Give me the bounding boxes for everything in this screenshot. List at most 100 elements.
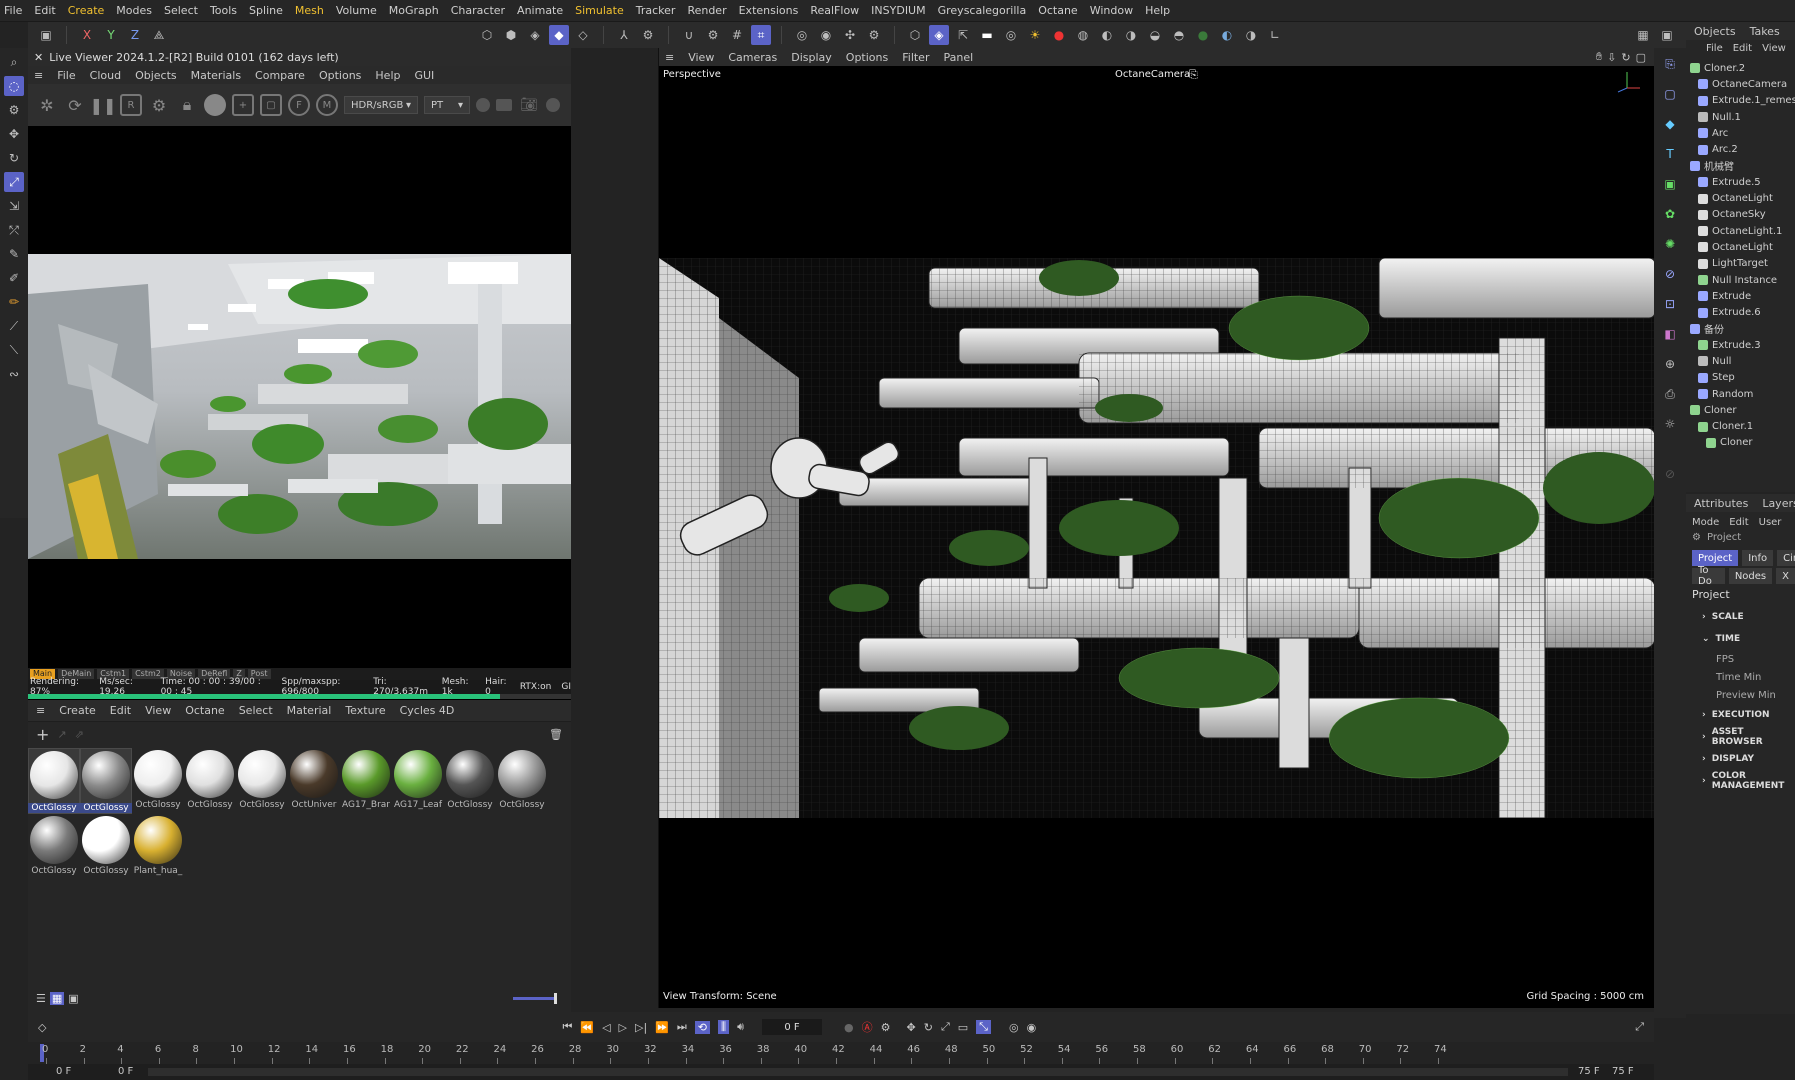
attr-section-asset-browser[interactable]: › ASSET BROWSER <box>1686 726 1795 748</box>
axis-z-toggle[interactable]: Z <box>125 25 145 45</box>
mat-menu-octane[interactable]: Octane <box>185 704 225 717</box>
attr-section-scale[interactable]: › SCALE <box>1686 606 1795 628</box>
object-tree-item[interactable]: OctaneLight <box>1686 190 1795 206</box>
mesh-sphere-icon[interactable]: ◐ <box>1097 25 1117 45</box>
hexagon-icon[interactable] <box>476 98 490 112</box>
trash-icon[interactable]: 🗑︎ <box>549 728 563 741</box>
large-view-icon[interactable]: ▣ <box>68 992 78 1005</box>
object-tree-item[interactable]: Extrude <box>1686 288 1795 304</box>
object-tree-item[interactable]: Extrude.6 <box>1686 304 1795 320</box>
menu-simulate[interactable]: Simulate <box>575 4 624 17</box>
objects-tab-objects[interactable]: Objects <box>1694 25 1736 38</box>
simulation-icon[interactable]: ✣ <box>840 25 860 45</box>
mat-menu-select[interactable]: Select <box>239 704 273 717</box>
lv-menu-options[interactable]: Options <box>319 69 361 82</box>
next-key-icon[interactable]: ⏩ <box>655 1021 669 1034</box>
viewport-menu-display[interactable]: Display <box>791 51 832 64</box>
snap-tool-icon[interactable]: ⤱ <box>4 220 24 240</box>
goto-end-icon[interactable]: ⏭ <box>677 1020 687 1034</box>
tag-icon[interactable]: ◧ <box>1660 324 1680 344</box>
attr-section-display[interactable]: › DISPLAY <box>1686 748 1795 770</box>
texture-mode-icon[interactable]: ◇ <box>573 25 593 45</box>
menu-spline[interactable]: Spline <box>249 4 283 17</box>
attributes-menu-edit[interactable]: Edit <box>1729 517 1748 528</box>
camera-object-icon[interactable]: ⎘ <box>1660 54 1680 74</box>
attr-tab-button-to-do[interactable]: To Do <box>1692 565 1725 587</box>
coordinate-system-icon[interactable]: ⟁ <box>149 25 169 45</box>
object-tree-item[interactable]: LightTarget <box>1686 256 1795 272</box>
viewport-menu-view[interactable]: View <box>688 51 714 64</box>
object-tree-item[interactable]: OctaneCamera <box>1686 76 1795 92</box>
menu-modes[interactable]: Modes <box>116 4 152 17</box>
cloner-icon[interactable]: ✿ <box>1660 204 1680 224</box>
rotate-tool-icon[interactable]: ↻ <box>4 148 24 168</box>
prev-key-icon[interactable]: ⏪ <box>580 1021 594 1034</box>
record-icon[interactable]: ● <box>844 1021 854 1034</box>
unlink-icon[interactable]: ⇗ <box>75 728 84 741</box>
attributes-tab-attributes[interactable]: Attributes <box>1694 497 1748 510</box>
object-tree-item[interactable]: Extrude.1_remesh <box>1686 93 1795 109</box>
menu-edit[interactable]: Edit <box>34 4 55 17</box>
object-tree-item[interactable]: Step <box>1686 370 1795 386</box>
perspective-viewport[interactable]: ≡ View Cameras Display Options Filter Panel ✋… <box>658 48 1655 1008</box>
key-position-icon[interactable]: ✥ <box>907 1021 916 1034</box>
attributes-menu-user[interactable]: User <box>1759 517 1782 528</box>
text-tool-icon[interactable]: T <box>1660 144 1680 164</box>
spline-sketch-icon[interactable]: ✐ <box>4 268 24 288</box>
object-tree-item[interactable]: Null.1 <box>1686 109 1795 125</box>
attr-param-row[interactable]: FPS <box>1686 650 1795 668</box>
pan-hand-icon[interactable]: ✋︎ <box>1596 50 1602 64</box>
model-mode-icon[interactable]: ◆ <box>549 25 569 45</box>
menu-help[interactable]: Help <box>1145 4 1170 17</box>
attr-section-color-management[interactable]: › COLOR MANAGEMENT <box>1686 770 1795 792</box>
knife-icon[interactable]: ⟍ <box>4 340 24 360</box>
hamburger-icon[interactable]: ≡ <box>665 51 674 64</box>
camera-record-icon[interactable]: ● <box>1049 25 1069 45</box>
grid-view-icon[interactable]: ▦ <box>49 991 65 1005</box>
objects-menu-file[interactable]: File <box>1706 43 1723 54</box>
render-view-icon[interactable]: ▦ <box>1633 25 1653 45</box>
menu-tools[interactable]: Tools <box>210 4 237 17</box>
octane-live-icon[interactable]: ⬡ <box>905 25 925 45</box>
generator-icon[interactable]: ▣ <box>1660 174 1680 194</box>
object-tree-item[interactable]: Null <box>1686 353 1795 369</box>
material-thumbnail[interactable]: OctGlossy <box>496 748 548 814</box>
mat-menu-edit[interactable]: Edit <box>110 704 131 717</box>
preview-start-field[interactable]: 0 F <box>118 1066 133 1077</box>
menu-create[interactable]: Create <box>68 4 105 17</box>
sim-settings-icon[interactable]: ⚙ <box>864 25 884 45</box>
object-tree-item[interactable]: Random <box>1686 386 1795 402</box>
range-end-field[interactable]: 75 F <box>1612 1066 1634 1077</box>
octane-aov-icon[interactable]: ◐ <box>1217 25 1237 45</box>
brush-icon[interactable]: ⟋ <box>4 316 24 336</box>
menu-volume[interactable]: Volume <box>336 4 377 17</box>
attr-section-execution[interactable]: › EXECUTION <box>1686 704 1795 726</box>
material-thumbnail[interactable]: Plant_hua_ <box>132 814 184 880</box>
octane-export-icon[interactable]: ⇱ <box>953 25 973 45</box>
slider-handle[interactable] <box>554 992 557 1004</box>
maximize-icon[interactable]: ▢ <box>1636 51 1646 64</box>
key-rotation-icon[interactable]: ↻ <box>924 1021 933 1034</box>
prev-frame-icon[interactable]: ◁ <box>602 1021 610 1034</box>
play-icon[interactable]: ▷ <box>619 1021 627 1034</box>
close-icon[interactable]: ✕ <box>34 51 43 64</box>
light-target-icon[interactable]: ◎ <box>1001 25 1021 45</box>
field-icon[interactable]: ⊡ <box>1660 294 1680 314</box>
focus-pick-icon[interactable]: ▢ <box>260 94 282 116</box>
menu-mograph[interactable]: MoGraph <box>389 4 439 17</box>
next-frame-icon[interactable]: ▷| <box>635 1021 647 1034</box>
loop-icon[interactable]: ⟲ <box>694 1020 711 1034</box>
viewport-menu-options[interactable]: Options <box>846 51 888 64</box>
list-view-icon[interactable]: ☰ <box>36 992 46 1005</box>
attr-tab-button-nodes[interactable]: Nodes <box>1728 568 1773 584</box>
mat-menu-material[interactable]: Material <box>287 704 332 717</box>
object-tree-item[interactable]: Cloner.2 <box>1686 60 1795 76</box>
object-tree-item[interactable]: OctaneSky <box>1686 207 1795 223</box>
menu-octane[interactable]: Octane <box>1038 4 1078 17</box>
menu-window[interactable]: Window <box>1090 4 1133 17</box>
range-slider[interactable] <box>148 1068 1568 1076</box>
key-pla-icon[interactable]: ⤡ <box>976 1020 991 1034</box>
object-tree-item[interactable]: Extrude.5 <box>1686 174 1795 190</box>
scale-tool-icon[interactable]: ⤢ <box>4 172 24 192</box>
kernel-select[interactable]: PT ▾ <box>424 96 470 114</box>
